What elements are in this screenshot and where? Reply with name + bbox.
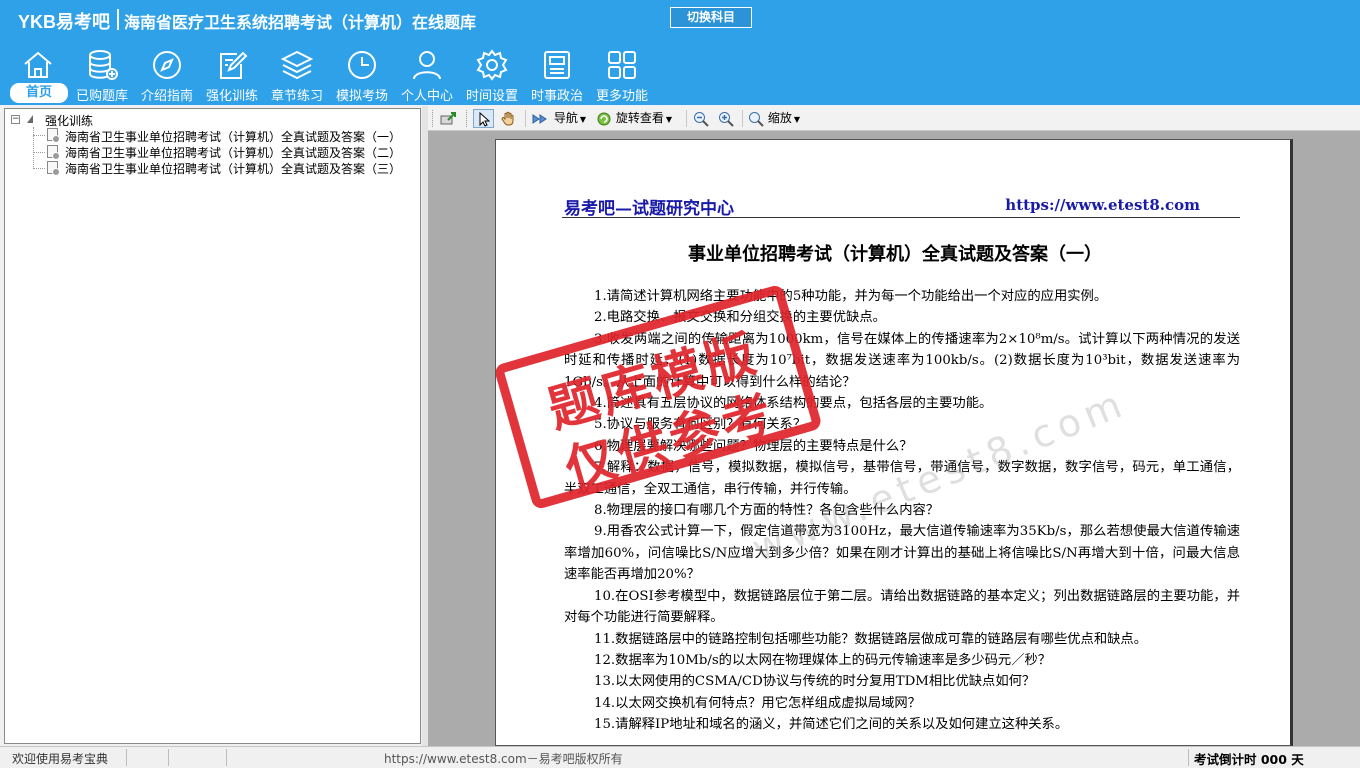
nav-label: 时间设置 [465,89,518,104]
question-item: 15.请解释IP地址和域名的涵义，并简述它们之间的关系以及如何建立这种关系。 [594,717,1069,733]
page-header-left: 易考吧—试题研究中心 [564,199,734,219]
hand-icon [500,111,513,126]
tree-root[interactable]: 强化训练 [45,112,93,128]
status-copyright: https://www.etest8.com－易考吧版权所有 [384,752,623,766]
dropdown-caret-icon: ▼ [579,115,586,124]
user-icon [410,48,444,82]
zoom-in-icon [719,111,734,127]
navigation-label: 导航 [553,111,578,125]
question-item: 11.数据链路层中的链路控制包括哪些功能？数据链路层做成可靠的链路层有哪些优点和… [594,631,1148,647]
zoom-out-icon [694,111,709,127]
page-header-url[interactable]: https://www.etest8.com [1005,196,1200,214]
zoom-menu-button[interactable]: 缩放 ▼ [748,109,800,128]
question-item: 10.在OSI参考模型中，数据链路层位于第二层。请给出数据链路的基本定义；列出数… [564,588,1240,626]
question-item: 13.以太网使用的CSMA/CD协议与传统的时分复用TDM相比优缺点如何？ [594,674,1036,690]
toolbar-grip [466,110,469,127]
zoom-in-button[interactable] [718,109,738,128]
app-title: 海南省医疗卫生系统招聘考试（计算机）在线题库 [124,13,477,32]
tree-connector [33,168,45,169]
nav-label: 已购题库 [75,89,128,104]
document-icon [47,145,60,160]
grid-icon [605,48,639,82]
viewer-toolbar: 导航 ▼ 旋转查看 ▼ 缩放 ▼ [428,106,1360,131]
app-header: YKB易考吧 海南省医疗卫生系统招聘考试（计算机）在线题库 切换科目 首页 已购… [0,0,1360,105]
layers-icon [280,48,314,82]
edit-icon [215,48,249,82]
tree-connector [33,152,45,153]
question-item: 9.用香农公式计算一下，假定信道带宽为3100Hz，最大信道传输速率为35Kb/… [564,524,1240,583]
news-icon [540,48,574,82]
export-button[interactable] [440,109,460,128]
nav-label: 模拟考场 [335,89,388,104]
nav-profile[interactable]: 个人中心 [395,48,459,104]
tree-item[interactable]: 海南省卫生事业单位招聘考试（计算机）全真试题及答案（三） [65,160,401,176]
database-icon [85,48,119,82]
nav-more[interactable]: 更多功能 [590,48,654,104]
app-logo: YKB易考吧 [18,12,111,32]
exam-countdown: 考试倒计时 000 天 [1194,752,1304,767]
tree-panel: − 强化训练 海南省卫生事业单位招聘考试（计算机）全真试题及答案（一） 海南省卫… [4,108,421,744]
nav-guide[interactable]: 介绍指南 [135,48,199,104]
status-separator [226,749,227,766]
cursor-icon [479,112,490,127]
status-separator [168,749,169,766]
nav-label: 介绍指南 [140,89,193,104]
nav-label: 首页 [10,83,68,103]
document-icon [47,161,60,176]
status-separator [126,749,127,766]
folder-icon [27,115,33,123]
question-item: 12.数据率为10Mb/s的以太网在物理媒体上的码元传输速率是多少码元／秒？ [594,652,1052,668]
nav-label: 更多功能 [595,89,648,104]
toolbar-grip [432,110,435,127]
navigation-button[interactable]: 导航 ▼ [532,109,586,128]
nav-current-affairs[interactable]: 时事政治 [525,48,589,104]
clock-icon [345,48,379,82]
zoom-out-button[interactable] [693,109,713,128]
zoom-label: 缩放 [767,111,792,125]
nav-purchased[interactable]: 已购题库 [70,48,134,104]
tree-item[interactable]: 海南省卫生事业单位招聘考试（计算机）全真试题及答案（二） [65,144,401,160]
question-item: 1.请简述计算机网络主要功能中的5种功能，并为每一个功能给出一个对应的应用实例。 [594,289,1108,304]
dropdown-caret-icon: ▼ [793,115,800,124]
status-separator [1188,749,1189,766]
toolbar-separator [525,110,526,127]
tree-connector [33,135,45,136]
tree-item[interactable]: 海南省卫生事业单位招聘考试（计算机）全真试题及答案（一） [65,128,401,144]
toolbar-separator [742,110,743,127]
nav-chapters[interactable]: 章节练习 [265,48,329,104]
nav-home[interactable]: 首页 [6,48,70,104]
header-rule [562,217,1240,218]
nav-label: 个人中心 [400,89,453,104]
document-title: 事业单位招聘考试（计算机）全真试题及答案（一） [688,244,1102,265]
status-bar: 欢迎使用易考宝典 https://www.etest8.com－易考吧版权所有 … [0,746,1360,768]
nav-label: 强化训练 [205,89,258,104]
toolbar-separator [686,110,687,127]
document-page: 易考吧—试题研究中心 https://www.etest8.com 事业单位招聘… [495,139,1293,746]
navigation-icon [532,113,547,124]
nav-label: 时事政治 [530,89,583,104]
magnifier-icon [749,111,764,127]
nav-training[interactable]: 强化训练 [200,48,264,104]
document-viewer: 导航 ▼ 旋转查看 ▼ 缩放 ▼ 易考吧—试题研究中心 https://www.ete… [428,106,1360,746]
hand-tool-button[interactable] [498,109,518,128]
rotate-icon [597,112,611,125]
tree-connector [33,127,34,169]
export-icon [440,112,456,125]
status-welcome: 欢迎使用易考宝典 [12,752,109,766]
select-tool-button[interactable] [473,109,494,128]
compass-icon [150,48,184,82]
switch-subject-button[interactable]: 切换科目 [670,7,752,28]
logo-divider [117,9,119,30]
question-item: 14.以太网交换机有何特点？用它怎样组成虚拟局域网？ [594,695,921,711]
tree-collapse-toggle[interactable]: − [11,115,20,124]
nav-time-settings[interactable]: 时间设置 [460,48,524,104]
gear-icon [475,48,509,82]
home-icon [21,48,55,82]
nav-mock-exam[interactable]: 模拟考场 [330,48,394,104]
rotate-button[interactable]: 旋转查看 ▼ [596,109,672,128]
rotate-label: 旋转查看 [615,111,664,125]
nav-label: 章节练习 [270,89,323,104]
document-icon [47,128,60,143]
dropdown-caret-icon: ▼ [665,115,672,124]
